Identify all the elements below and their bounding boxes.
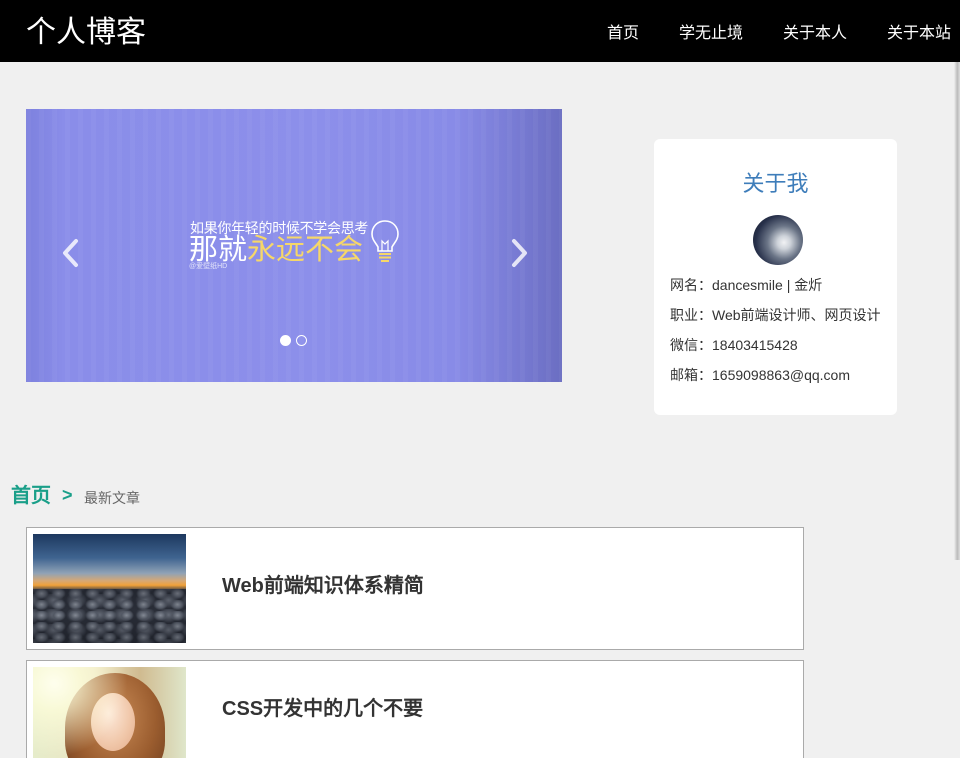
article-card[interactable]: CSS开发中的几个不要 bbox=[26, 660, 804, 758]
top-header: 个人博客 首页 学无止境 关于本人 关于本站 bbox=[0, 0, 960, 62]
banner-quote-highlight: 永远不会 bbox=[247, 234, 364, 266]
banner-quote-plain: 那就 bbox=[189, 234, 248, 266]
article-title[interactable]: CSS开发中的几个不要 bbox=[222, 697, 423, 721]
about-row-wechat: 微信：18403415428 bbox=[670, 335, 798, 355]
banner-carousel[interactable]: 如果你年轻的时候不学会思考 那就永远不会 @爱壁纸HD bbox=[26, 109, 562, 382]
article-card[interactable]: Web前端知识体系精简 bbox=[26, 527, 804, 650]
about-row-nickname: 网名：dancesmile | 金炘 bbox=[670, 275, 822, 295]
avatar bbox=[753, 215, 803, 265]
about-label: 职业： bbox=[670, 307, 712, 323]
chevron-right-icon[interactable] bbox=[510, 238, 530, 268]
light-bulb-icon bbox=[370, 219, 400, 265]
about-label: 邮箱： bbox=[670, 367, 712, 383]
carousel-dot-2[interactable] bbox=[296, 335, 307, 346]
breadcrumb-separator: > bbox=[62, 485, 73, 505]
about-value: Web前端设计师、网页设计 bbox=[712, 307, 881, 323]
about-value: dancesmile | 金炘 bbox=[712, 277, 823, 293]
about-label: 网名： bbox=[670, 277, 712, 293]
breadcrumb-current: 最新文章 bbox=[84, 490, 140, 506]
nav-item-learning[interactable]: 学无止境 bbox=[679, 22, 743, 46]
about-value: 1659098863@qq.com bbox=[712, 367, 850, 383]
site-logo[interactable]: 个人博客 bbox=[26, 13, 146, 53]
carousel-indicators bbox=[280, 335, 307, 347]
chevron-left-icon[interactable] bbox=[60, 238, 80, 268]
banner-watermark: @爱壁纸HD bbox=[189, 263, 228, 270]
breadcrumb-home-link[interactable]: 首页 bbox=[11, 483, 51, 509]
article-thumbnail[interactable] bbox=[33, 534, 186, 643]
about-title: 关于我 bbox=[742, 171, 809, 196]
about-row-job: 职业：Web前端设计师、网页设计 bbox=[670, 305, 881, 325]
banner-quote-line2: 那就永远不会 bbox=[189, 233, 363, 267]
nav-item-about-me[interactable]: 关于本人 bbox=[783, 22, 847, 46]
article-thumbnail[interactable] bbox=[33, 667, 186, 758]
nav-item-about-site[interactable]: 关于本站 bbox=[887, 22, 951, 46]
carousel-dot-1[interactable] bbox=[280, 335, 291, 346]
about-value: 18403415428 bbox=[712, 337, 798, 353]
thumbnail-pebbles bbox=[33, 588, 186, 643]
about-me-card: 关于我 网名：dancesmile | 金炘 职业：Web前端设计师、网页设计 … bbox=[654, 139, 897, 415]
page-scrollbar[interactable] bbox=[954, 62, 960, 560]
thumbnail-light-glow bbox=[33, 667, 186, 758]
nav-item-home[interactable]: 首页 bbox=[607, 22, 639, 46]
article-title[interactable]: Web前端知识体系精简 bbox=[222, 574, 424, 598]
about-row-email: 邮箱：1659098863@qq.com bbox=[670, 365, 850, 385]
about-label: 微信： bbox=[670, 337, 712, 353]
